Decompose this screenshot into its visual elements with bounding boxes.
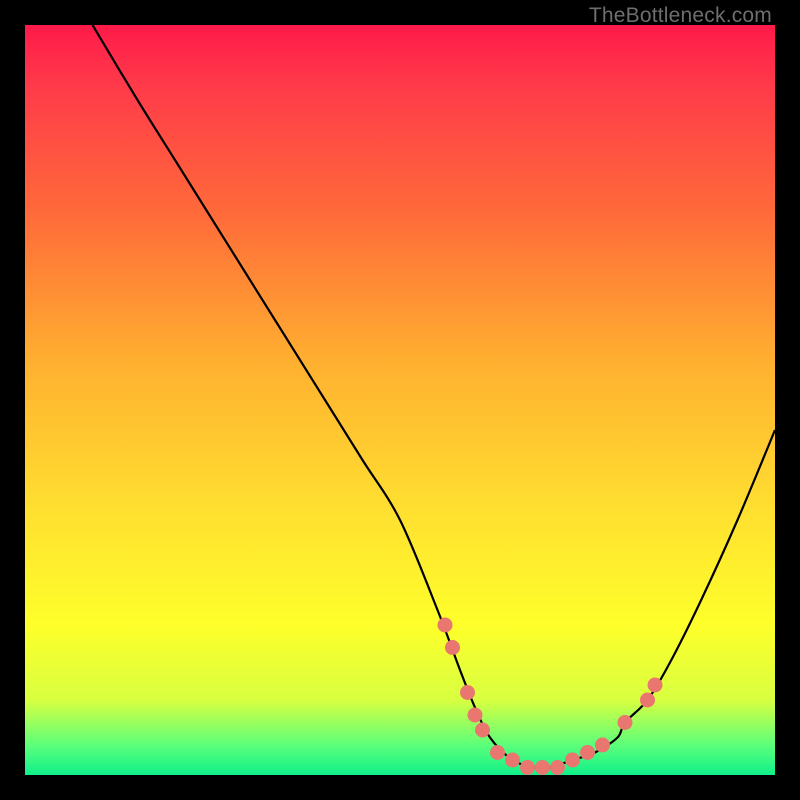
curve-marker xyxy=(595,738,610,753)
curve-marker xyxy=(618,715,633,730)
chart-frame: TheBottleneck.com xyxy=(0,0,800,800)
curve-markers xyxy=(438,618,663,776)
curve-marker xyxy=(468,708,483,723)
curve-marker xyxy=(648,678,663,693)
curve-marker xyxy=(580,745,595,760)
bottleneck-curve xyxy=(93,25,776,768)
curve-marker xyxy=(535,760,550,775)
curve-marker xyxy=(550,760,565,775)
curve-marker xyxy=(475,723,490,738)
chart-svg xyxy=(25,25,775,775)
curve-marker xyxy=(565,753,580,768)
curve-marker xyxy=(445,640,460,655)
curve-marker xyxy=(490,745,505,760)
curve-marker xyxy=(520,760,535,775)
curve-marker xyxy=(438,618,453,633)
curve-marker xyxy=(640,693,655,708)
curve-marker xyxy=(460,685,475,700)
curve-marker xyxy=(505,753,520,768)
